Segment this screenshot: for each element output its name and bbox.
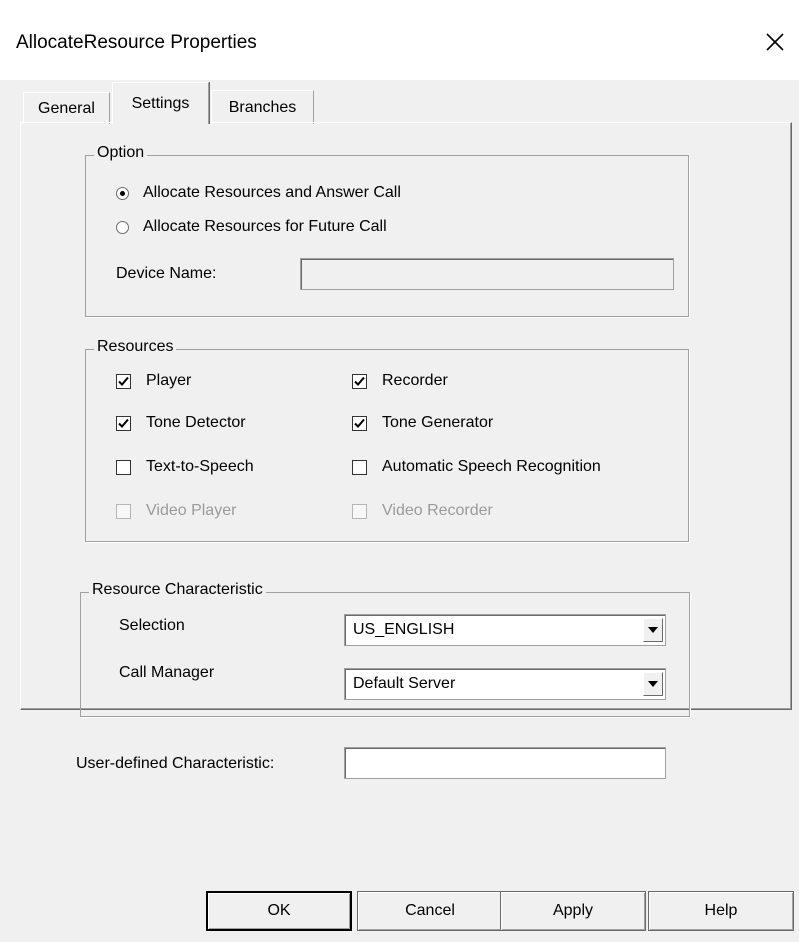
player-label: Player: [146, 372, 192, 389]
option-group-label: Option: [94, 144, 148, 162]
call-manager-value: Default Server: [353, 675, 456, 692]
close-button[interactable]: [755, 22, 795, 62]
close-icon: [766, 33, 784, 51]
selection-value: US_ENGLISH: [353, 621, 455, 638]
checkbox-checked-icon: [352, 373, 367, 389]
tab-branches[interactable]: Branches: [211, 90, 314, 124]
checkbox-unchecked-icon: [352, 459, 367, 475]
radio-unselected-icon: [116, 220, 129, 234]
checkbox-checked-icon: [116, 415, 131, 431]
tone-generator-label: Tone Generator: [382, 414, 494, 431]
help-button[interactable]: Help: [648, 891, 794, 931]
cancel-label: Cancel: [405, 902, 455, 919]
checkbox-player[interactable]: Player: [116, 372, 191, 390]
checkbox-checked-icon: [116, 373, 131, 389]
window-title: AllocateResource Properties: [16, 32, 257, 53]
tab-settings-label: Settings: [131, 94, 190, 112]
device-name-label: Device Name:: [116, 265, 217, 282]
checkbox-disabled-icon: [352, 503, 367, 519]
checkbox-tone-generator[interactable]: Tone Generator: [352, 414, 493, 432]
chevron-down-icon: [648, 627, 658, 633]
radio-allocate-future-call[interactable]: Allocate Resources for Future Call: [116, 218, 387, 236]
tab-settings[interactable]: Settings: [112, 82, 209, 124]
cancel-button[interactable]: Cancel: [357, 891, 503, 931]
call-manager-label: Call Manager: [119, 664, 215, 681]
tone-detector-label: Tone Detector: [146, 414, 246, 431]
asr-label: Automatic Speech Recognition: [382, 458, 601, 475]
checkbox-video-player: Video Player: [116, 502, 236, 520]
chevron-down-icon: [648, 681, 658, 687]
video-recorder-label: Video Recorder: [382, 502, 493, 519]
user-defined-characteristic-label: User-defined Characteristic:: [76, 755, 275, 772]
radio-allocate-answer-call[interactable]: Allocate Resources and Answer Call: [116, 184, 401, 202]
tab-general-label: General: [38, 99, 95, 117]
title-bar: AllocateResource Properties: [0, 0, 799, 80]
radio-answer-call-label: Allocate Resources and Answer Call: [143, 184, 401, 201]
ok-button[interactable]: OK: [206, 891, 352, 931]
selection-label: Selection: [119, 617, 185, 634]
tab-branches-label: Branches: [228, 98, 297, 116]
dropdown-arrow-button[interactable]: [643, 672, 663, 696]
checkbox-checked-icon: [352, 415, 367, 431]
option-group: Option: [85, 144, 689, 317]
selection-dropdown[interactable]: US_ENGLISH: [344, 614, 666, 646]
recorder-label: Recorder: [382, 372, 448, 389]
text-to-speech-label: Text-to-Speech: [146, 458, 254, 475]
help-label: Help: [704, 902, 738, 919]
resource-characteristic-group-label: Resource Characteristic: [89, 581, 266, 599]
radio-selected-icon: [116, 186, 129, 200]
checkbox-unchecked-icon: [116, 459, 131, 475]
user-defined-characteristic-field[interactable]: [344, 747, 666, 779]
device-name-field[interactable]: [300, 258, 674, 290]
radio-future-call-label: Allocate Resources for Future Call: [143, 218, 387, 235]
apply-button[interactable]: Apply: [500, 891, 646, 931]
tab-general[interactable]: General: [23, 92, 110, 124]
dropdown-arrow-button[interactable]: [643, 618, 663, 642]
checkbox-text-to-speech[interactable]: Text-to-Speech: [116, 458, 254, 476]
checkbox-tone-detector[interactable]: Tone Detector: [116, 414, 246, 432]
video-player-label: Video Player: [146, 502, 237, 519]
call-manager-dropdown[interactable]: Default Server: [344, 668, 666, 700]
apply-label: Apply: [552, 902, 594, 919]
ok-label: OK: [267, 902, 291, 919]
checkbox-recorder[interactable]: Recorder: [352, 372, 448, 390]
checkbox-video-recorder: Video Recorder: [352, 502, 493, 520]
checkbox-automatic-speech-recognition[interactable]: Automatic Speech Recognition: [352, 458, 601, 476]
checkbox-disabled-icon: [116, 503, 131, 519]
resources-group-label: Resources: [94, 338, 177, 356]
